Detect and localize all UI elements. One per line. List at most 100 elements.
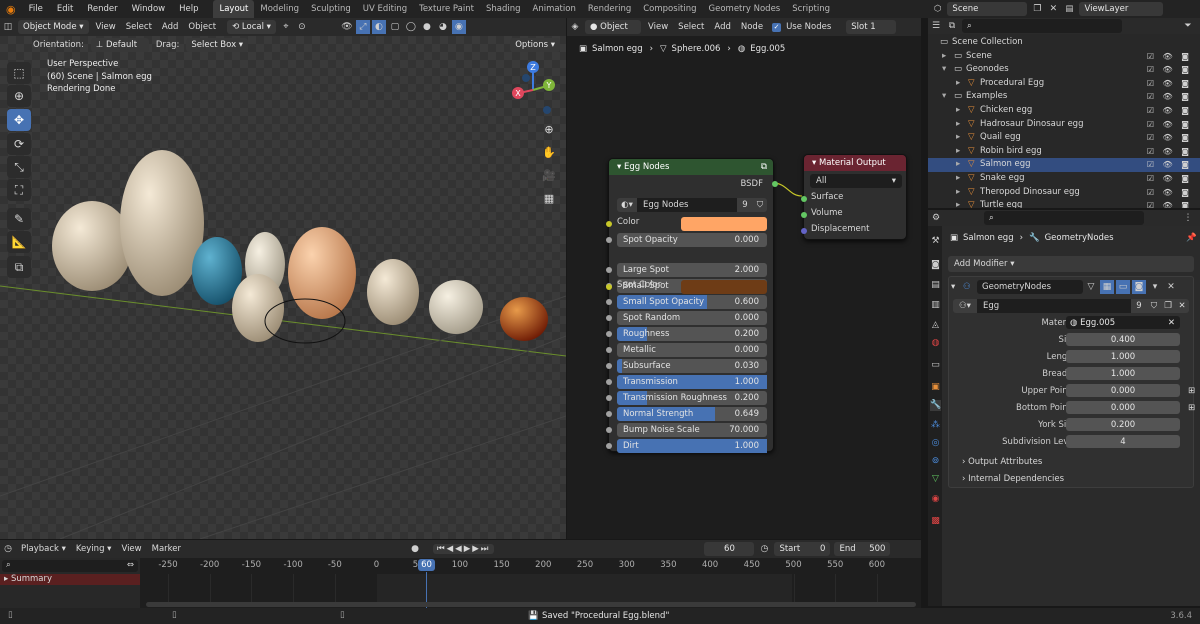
cursor-tool-icon[interactable]: ⊕: [7, 85, 31, 107]
prop-value[interactable]: 1.000: [1066, 350, 1180, 363]
visibility-icons[interactable]: ☑ 👁 ◙: [1147, 77, 1192, 91]
outliner-row-snake-egg[interactable]: ▸ ▽ Snake egg ☑ 👁 ◙: [928, 172, 1200, 186]
socket-spot-opacity[interactable]: [606, 237, 612, 243]
axis-y-label[interactable]: Y: [546, 81, 552, 90]
transform-pivot[interactable]: ⟲ Local ▾: [227, 20, 276, 34]
properties-search[interactable]: ⌕: [984, 211, 1144, 225]
material-output-node[interactable]: ▾ Material Output All ▾ Surface Volume Di…: [801, 154, 907, 240]
socket-subsurface[interactable]: [606, 363, 612, 369]
node-menu-add[interactable]: Add: [709, 22, 735, 32]
timeline-type-icon[interactable]: ◷: [1, 542, 15, 556]
egg-quail-2[interactable]: [367, 259, 419, 325]
outliner-row-salmon-egg[interactable]: ▸ ▽ Salmon egg ☑ 👁 ◙: [928, 158, 1200, 172]
frame-ruler[interactable]: -250-200-150-100-50050100150200250300350…: [140, 558, 921, 602]
socket-metallic[interactable]: [606, 347, 612, 353]
filter-icon[interactable]: ⏷: [1181, 19, 1195, 33]
node-menu-view[interactable]: View: [643, 22, 673, 32]
tab-sculpting[interactable]: Sculpting: [305, 0, 357, 18]
egg-chicken[interactable]: [288, 227, 356, 319]
properties-options-icon[interactable]: ⋮: [1181, 211, 1195, 225]
remove-modifier-icon[interactable]: ✕: [1164, 280, 1178, 294]
socket-roughness[interactable]: [606, 331, 612, 337]
field-spot-random[interactable]: Spot Random 0.000: [617, 311, 767, 325]
node-editor-type-icon[interactable]: ◈: [568, 20, 582, 34]
node-group-browse-icon[interactable]: ◐▾: [617, 198, 637, 212]
visibility-icons[interactable]: ☑ 👁 ◙: [1147, 172, 1192, 186]
playback-controls[interactable]: ⏮◀◀▶▶⏭: [433, 544, 495, 554]
snap-icon[interactable]: ⌖: [279, 20, 293, 34]
outliner-search[interactable]: ⌕: [962, 19, 1122, 33]
socket-bump-noise-scale[interactable]: [606, 427, 612, 433]
annotate-tool-icon[interactable]: ✎: [7, 208, 31, 230]
outliner-row-geonodes[interactable]: ▾ ▭ Geonodes ☑ 👁 ◙: [928, 63, 1200, 77]
menu-window[interactable]: Window: [125, 0, 173, 18]
geometry-nodes-icon[interactable]: ⚇: [963, 282, 977, 292]
tool-tab-icon[interactable]: ⚒: [930, 236, 941, 247]
edit-mode-icon[interactable]: ▽: [1084, 280, 1098, 294]
attribute-toggle-icon[interactable]: ⊞: [1188, 384, 1195, 398]
perspective-grid-icon[interactable]: ▦: [541, 187, 557, 210]
view-layer-tab-icon[interactable]: ▥: [930, 300, 941, 311]
displacement-socket[interactable]: [801, 228, 807, 234]
prop-value[interactable]: 0.200: [1066, 418, 1180, 431]
field-large-spot[interactable]: Large Spot 2.000: [617, 263, 767, 277]
modifier-tab-icon[interactable]: 🔧: [930, 400, 941, 411]
menu-edit[interactable]: Edit: [50, 0, 80, 18]
expand-icon[interactable]: ▸: [956, 172, 960, 186]
menu-file[interactable]: File: [22, 0, 50, 18]
node-group-browse-icon[interactable]: ⚇▾: [953, 299, 977, 313]
field-roughness[interactable]: Roughness 0.200: [617, 327, 767, 341]
socket-spot-random[interactable]: [606, 315, 612, 321]
egg-nodes-node[interactable]: ▾ Egg Nodes ⧉ BSDF ◐▾ Egg Nodes 9 ⛉ Colo…: [606, 158, 778, 453]
viewport-menu-object[interactable]: Object: [183, 22, 221, 32]
start-frame-field[interactable]: Start 0: [774, 542, 831, 556]
orientation-selector[interactable]: ⊥ Default: [90, 37, 149, 52]
timeline-menu-playback[interactable]: Playback ▾: [16, 544, 71, 554]
visibility-icons[interactable]: ☑ 👁 ◙: [1147, 131, 1192, 145]
attribute-toggle-icon[interactable]: ⊞: [1188, 401, 1195, 415]
target-selector[interactable]: All ▾: [810, 174, 902, 188]
timeline[interactable]: ⌕⇔ ▸ Summary -250-200-150-100-5005010015…: [0, 558, 921, 608]
scene-selector[interactable]: Scene: [947, 2, 1028, 16]
prop-value[interactable]: 4: [1066, 435, 1180, 448]
shading-solid-icon[interactable]: ●: [420, 20, 434, 34]
prop-value[interactable]: 0.400: [1066, 333, 1180, 346]
field-transmission-roughness[interactable]: Transmission Roughness 0.200: [617, 391, 767, 405]
playhead[interactable]: 60: [418, 559, 435, 571]
move-tool-icon[interactable]: ✥: [7, 109, 31, 131]
menu-help[interactable]: Help: [172, 0, 205, 18]
select-tool-icon[interactable]: ⬚: [7, 62, 31, 84]
add-modifier-button[interactable]: Add Modifier ▾: [948, 256, 1194, 272]
expand-icon[interactable]: ▸: [956, 77, 960, 91]
overlay-icon[interactable]: ◐: [371, 20, 386, 34]
node-menu-select[interactable]: Select: [673, 22, 709, 32]
camera-icon[interactable]: 🎥: [541, 164, 557, 187]
drag-selector[interactable]: Select Box ▾: [186, 37, 249, 52]
viewport-menu-add[interactable]: Add: [157, 22, 183, 32]
viewport-menu-select[interactable]: Select: [121, 22, 157, 32]
tab-texture-paint[interactable]: Texture Paint: [413, 0, 480, 18]
node-menu-node[interactable]: Node: [736, 22, 768, 32]
render-tab-icon[interactable]: ◙: [930, 260, 941, 271]
cage-icon[interactable]: ▦: [1100, 280, 1114, 294]
egg-quail[interactable]: [232, 274, 284, 342]
socket-transmission-roughness[interactable]: [606, 395, 612, 401]
current-frame-field[interactable]: 60: [704, 542, 755, 556]
socket-large-spot[interactable]: [606, 267, 612, 273]
timeline-menu-marker[interactable]: Marker: [147, 544, 186, 554]
viewport-toggle-icon[interactable]: ▭: [1116, 280, 1130, 294]
material-output-header[interactable]: ▾ Material Output: [804, 155, 906, 171]
material-tab-icon[interactable]: ◉: [930, 494, 941, 505]
bsdf-output-socket[interactable]: [772, 181, 778, 187]
summary-channel[interactable]: ▸ Summary: [0, 574, 140, 585]
egg-nodes-header[interactable]: ▾ Egg Nodes ⧉: [609, 159, 773, 175]
material-field[interactable]: ◍ Egg.005 ✕: [1066, 316, 1180, 329]
fake-user-icon[interactable]: ⛉: [753, 198, 767, 212]
delete-scene-icon[interactable]: ✕: [1046, 2, 1060, 16]
spot-color-swatch[interactable]: [681, 280, 767, 294]
rotate-tool-icon[interactable]: ⟳: [7, 133, 31, 155]
node-group-field[interactable]: ⚇▾ Egg 9 ⛉ ❐ ✕: [953, 299, 1189, 313]
field-subsurface[interactable]: Subsurface 0.030: [617, 359, 767, 373]
outliner-row-hadrosaur-dinosaur-egg[interactable]: ▸ ▽ Hadrosaur Dinosaur egg ☑ 👁 ◙: [928, 118, 1200, 132]
tab-animation[interactable]: Animation: [527, 0, 582, 18]
